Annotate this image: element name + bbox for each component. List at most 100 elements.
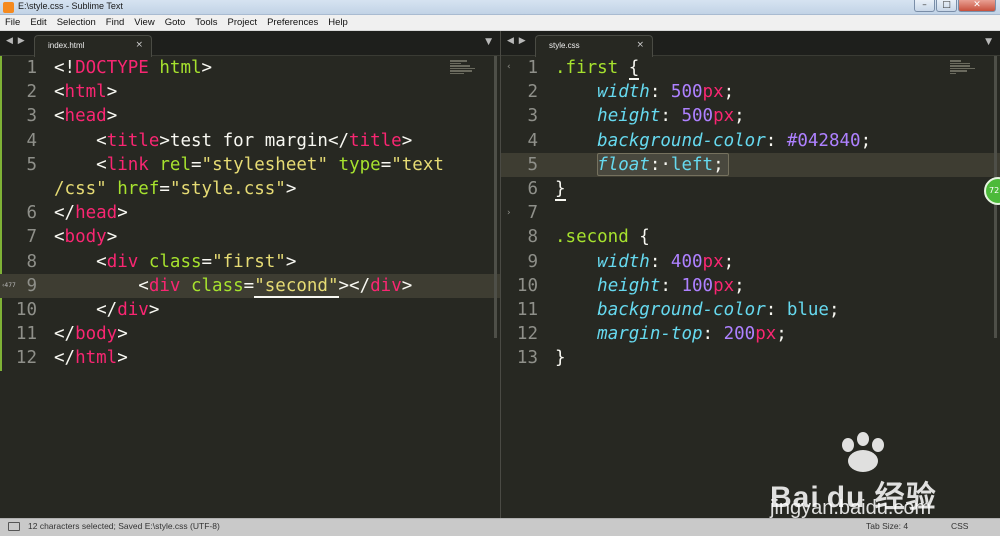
line-number: 1 [26,58,37,78]
menu-goto[interactable]: Goto [160,15,191,30]
code-line: .second { [555,227,650,248]
line-number: 3 [527,106,538,127]
menu-selection[interactable]: Selection [52,15,101,30]
code-line: float:·left; [597,154,724,175]
tab-nav-arrows-icon[interactable]: ◀ ▶ [507,36,527,46]
menu-preferences[interactable]: Preferences [262,15,323,30]
line-number: 10 [15,299,37,320]
tab-dropdown-icon[interactable]: ▼ [985,37,992,47]
menu-edit[interactable]: Edit [25,15,51,30]
code-line: height: 100px; [597,275,745,296]
window-title: E:\style.css - Sublime Text [18,1,123,11]
paw-icon [848,450,878,472]
baidu-jingyan-watermark: Bai du 经验 jingyan.baidu.com [760,430,960,519]
line-number: 2 [26,82,37,103]
line-number: 9 [26,275,37,296]
line-number: 11 [15,324,37,345]
line-number: 7 [527,203,538,224]
maximize-button[interactable]: □ [936,0,957,12]
code-line: background-color: blue; [597,299,840,320]
line-number: 8 [527,227,538,248]
status-message: 12 characters selected; Saved E:\style.c… [28,521,220,531]
title-bar: E:\style.css - Sublime Text – □ ✕ [0,0,1000,15]
menu-file[interactable]: File [0,15,25,30]
tab-label: index.html [48,41,85,50]
code-line: </div> [54,299,160,320]
code-line: } [555,348,566,369]
tab-nav-arrows-icon[interactable]: ◀ ▶ [6,36,26,46]
line-number: 7 [26,227,37,248]
code-line: <head> [54,106,118,127]
line-number: 5 [527,154,538,175]
menu-bar: File Edit Selection Find View Goto Tools… [0,15,1000,31]
sublime-app-icon [3,2,14,13]
code-line: <div class="second"></div> [54,275,413,298]
code-line: </html> [54,348,128,369]
paw-icon [857,432,869,446]
code-line: <!DOCTYPE html> [54,58,213,78]
code-line: width: 500px; [597,82,735,103]
code-line: width: 400px; [597,251,735,272]
code-line: <html> [54,82,118,103]
line-number: 6 [26,203,37,224]
line-number: 9 [527,251,538,272]
watermark-url: jingyan.baidu.com [770,497,932,519]
paw-icon [872,438,884,452]
minimap[interactable] [950,59,978,79]
notification-badge[interactable]: 72 [984,177,1000,205]
line-number-gutter: 1 2 3 4 5 6 7 8 9 10 11 12 [0,56,46,518]
code-line: <div class="first"> [54,251,297,272]
line-number: 4 [26,130,37,151]
minimap[interactable] [450,59,478,79]
code-line: </head> [54,203,128,224]
tab-label: style.css [549,41,580,50]
line-number: 3 [26,106,37,127]
line-number: 8 [26,251,37,272]
tab-close-icon[interactable]: × [636,40,644,50]
minimize-button[interactable]: – [914,0,935,12]
line-number: 1 [527,58,538,78]
line-number: 10 [516,275,538,296]
line-number [0,177,46,201]
code-line: } [555,178,566,201]
editor-pane-left: ◀ ▶ index.html × ▼ ‹477 1 2 3 4 5 6 7 8 … [0,31,500,518]
line-number: 12 [15,348,37,369]
code-lines: <!DOCTYPE html> <html> <head> <title>tes… [54,56,460,370]
menu-help[interactable]: Help [323,15,353,30]
console-toggle-icon[interactable] [8,522,20,531]
menu-project[interactable]: Project [222,15,262,30]
tab-close-icon[interactable]: × [135,40,143,50]
line-number: 12 [516,324,538,345]
window-controls: – □ ✕ [914,0,996,13]
code-line: background-color: #042840; [597,130,872,151]
line-number: 11 [516,299,538,320]
menu-find[interactable]: Find [101,15,129,30]
code-editor-left[interactable]: ‹477 1 2 3 4 5 6 7 8 9 10 11 12 <!DOCTYP… [0,56,500,518]
code-line: margin-top: 200px; [597,324,787,345]
code-line: <link rel="stylesheet" type="text [54,154,444,175]
syntax-selector[interactable]: CSS [951,521,968,531]
line-number: 5 [26,154,37,175]
tab-index-html[interactable]: index.html × [34,35,152,57]
code-line: <title>test for margin</title> [54,130,413,151]
line-number: 13 [516,348,538,369]
vertical-scrollbar[interactable] [494,56,497,338]
status-bar: 12 characters selected; Saved E:\style.c… [0,518,1000,536]
code-line: height: 500px; [597,106,745,127]
code-line: .first { [555,58,640,80]
tab-style-css[interactable]: style.css × [535,35,653,57]
close-button[interactable]: ✕ [958,0,996,12]
line-number: 2 [527,82,538,103]
tab-dropdown-icon[interactable]: ▼ [485,37,492,47]
tab-bar-left: ◀ ▶ index.html × ▼ [0,31,500,57]
menu-view[interactable]: View [129,15,159,30]
line-number: 6 [527,178,538,199]
code-line: <body> [54,227,118,248]
line-number-gutter: 1 2 3 4 5 6 7 8 9 10 11 12 13 [501,56,547,518]
tab-size-selector[interactable]: Tab Size: 4 [866,521,908,531]
code-line: </body> [54,324,128,345]
code-line: /css" href="style.css"> [54,178,297,199]
paw-icon [842,438,854,452]
menu-tools[interactable]: Tools [190,15,222,30]
